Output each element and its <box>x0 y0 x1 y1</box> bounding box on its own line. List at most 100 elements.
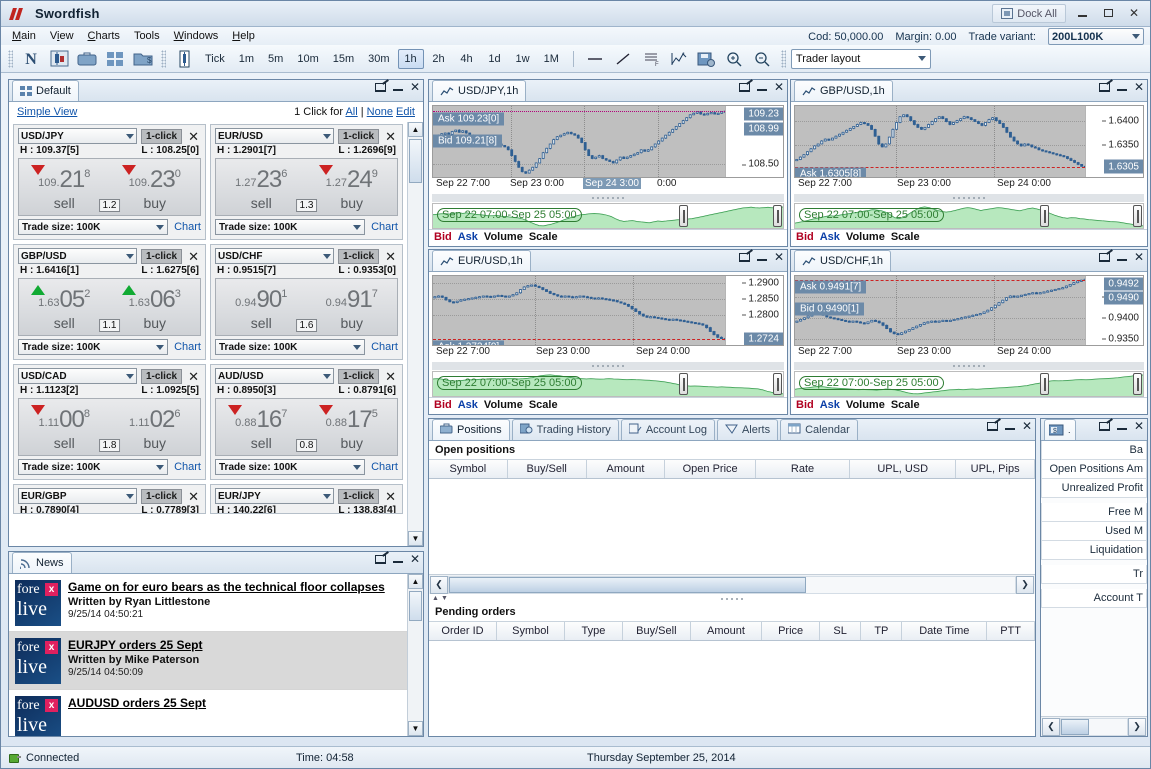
navigator-handle-right[interactable] <box>1133 373 1142 395</box>
chart-link[interactable]: Chart <box>174 461 201 473</box>
window-close-button[interactable]: ✕ <box>1122 3 1146 23</box>
close-icon[interactable]: ✕ <box>1134 251 1144 263</box>
scroll-track[interactable] <box>448 575 1016 594</box>
navigator-handle-left[interactable] <box>1040 205 1049 227</box>
trade-size-select[interactable]: Trade size: 100K <box>18 459 169 475</box>
window-minimize-button[interactable] <box>1070 3 1094 23</box>
rate-tile[interactable]: AUD/USD 1-click ✕ H : 0.8950[3] L : 0.87… <box>210 364 403 480</box>
timeframe-2h[interactable]: 2h <box>426 49 452 69</box>
pair-select[interactable]: USD/CHF <box>215 248 334 264</box>
close-tile-button[interactable]: ✕ <box>383 250 398 263</box>
new-icon[interactable]: N <box>18 47 44 71</box>
buy-button[interactable]: 109. 23 0 buy <box>109 158 201 216</box>
pair-select[interactable]: GBP/USD <box>18 248 137 264</box>
close-icon[interactable]: ✕ <box>410 81 420 93</box>
open-positions-body[interactable] <box>429 479 1035 574</box>
rate-tile[interactable]: EUR/JPY 1-click ✕ H : 140.22[6] L : 138.… <box>210 484 403 514</box>
scroll-thumb[interactable] <box>449 576 806 593</box>
tab-chart-eurusd[interactable]: EUR/USD,1h <box>432 250 531 271</box>
column-header[interactable]: TP <box>861 622 903 640</box>
sell-button[interactable]: 1.63 05 2 sell <box>18 278 110 336</box>
navigator-handle-right[interactable] <box>1133 205 1142 227</box>
save-settings-icon[interactable] <box>694 47 720 71</box>
oneclick-all-link[interactable]: All <box>345 106 357 118</box>
account-hscroll[interactable]: ❮ ❯ <box>1041 716 1147 736</box>
chart-link[interactable]: Chart <box>371 461 398 473</box>
timeframe-10m[interactable]: 10m <box>291 49 324 69</box>
buy-button[interactable]: 1.11 02 6 buy <box>109 398 201 456</box>
column-header[interactable]: Price <box>762 622 821 640</box>
scroll-right-button[interactable]: ❯ <box>1128 717 1146 736</box>
fibonacci-icon[interactable]: F <box>638 47 664 71</box>
menu-item-view[interactable]: View <box>43 29 81 43</box>
close-tile-button[interactable]: ✕ <box>186 370 201 383</box>
minimize-icon[interactable] <box>1116 83 1127 91</box>
minimize-icon[interactable] <box>756 83 767 91</box>
column-header[interactable]: Date Time <box>902 622 988 640</box>
chart-navigator[interactable]: Sep 22 07:00-Sep 25 05:00 <box>432 371 784 397</box>
legend-volume[interactable]: Volume <box>846 399 885 411</box>
close-icon[interactable]: ✕ <box>1134 420 1144 432</box>
buy-button[interactable]: 0.94 91 7 buy <box>306 278 398 336</box>
timeframe-1w[interactable]: 1w <box>510 49 536 69</box>
close-tile-button[interactable]: ✕ <box>186 130 201 143</box>
news-title[interactable]: AUDUSD orders 25 Sept <box>68 696 401 710</box>
column-header[interactable]: UPL, Pips <box>956 460 1036 478</box>
navigator-handle-right[interactable] <box>773 373 782 395</box>
navigator-handle-right[interactable] <box>773 205 782 227</box>
candle-icon[interactable] <box>46 47 72 71</box>
timeframe-tick[interactable]: Tick <box>199 49 231 69</box>
legend-ask[interactable]: Ask <box>820 399 840 411</box>
tab-news[interactable]: News <box>12 552 72 573</box>
sell-button[interactable]: 0.94 90 1 sell <box>215 278 307 336</box>
sell-button[interactable]: 1.11 00 8 sell <box>18 398 110 456</box>
rate-tile[interactable]: USD/CHF 1-click ✕ H : 0.9515[7] L : 0.93… <box>210 244 403 360</box>
chart-plot-area[interactable]: Ask 1.2724[9] Bid 1.2723[6] 1.29001.2850… <box>432 275 784 346</box>
timeframe-1m[interactable]: 1m <box>233 49 260 69</box>
tab-account-log[interactable]: Account Log <box>620 419 715 440</box>
rate-tile[interactable]: GBP/USD 1-click ✕ H : 1.6416[1] L : 1.62… <box>13 244 206 360</box>
column-header[interactable]: Open Price <box>665 460 756 478</box>
close-icon[interactable]: ✕ <box>410 553 420 565</box>
rates-scrollbar[interactable]: ▲ ▼ <box>407 122 423 546</box>
undock-icon[interactable] <box>374 82 386 92</box>
money-folder-icon[interactable]: $ <box>130 47 156 71</box>
tab-chart-gbpusd[interactable]: GBP/USD,1h <box>794 80 893 101</box>
chart-link[interactable]: Chart <box>371 341 398 353</box>
tab-alerts[interactable]: Alerts <box>716 419 779 440</box>
menu-item-main[interactable]: Main <box>5 29 43 43</box>
minimize-icon[interactable] <box>756 253 767 261</box>
scroll-left-button[interactable]: ❮ <box>1042 717 1060 736</box>
trade-size-select[interactable]: Trade size: 100K <box>215 219 366 235</box>
pair-select[interactable]: AUD/USD <box>215 368 334 384</box>
zoom-in-icon[interactable] <box>722 47 748 71</box>
chart-link[interactable]: Chart <box>174 341 201 353</box>
close-icon[interactable]: ✕ <box>774 81 784 93</box>
legend-scale[interactable]: Scale <box>891 399 920 411</box>
toolbar-grip-3[interactable] <box>780 49 786 68</box>
sell-button[interactable]: 109. 21 8 sell <box>18 158 110 216</box>
chart-navigator[interactable]: Sep 22 07:00-Sep 25 05:00 <box>794 203 1144 229</box>
legend-ask[interactable]: Ask <box>458 231 478 243</box>
legend-bid[interactable]: Bid <box>434 231 452 243</box>
close-icon[interactable]: ✕ <box>774 251 784 263</box>
chart-plot-area[interactable]: Ask 0.9491[7] Bid 0.9490[1] 0.94500.9400… <box>794 275 1144 346</box>
column-header[interactable]: PTT <box>987 622 1036 640</box>
close-tile-button[interactable]: ✕ <box>186 490 201 503</box>
chart-splitter[interactable] <box>794 194 1144 202</box>
chart-splitter[interactable] <box>432 194 784 202</box>
minimize-icon[interactable] <box>1116 253 1127 261</box>
trend-line-icon[interactable] <box>610 47 636 71</box>
sell-button[interactable]: 1.27 23 6 sell <box>215 158 307 216</box>
close-icon[interactable]: ✕ <box>1134 81 1144 93</box>
undock-icon[interactable] <box>986 421 998 431</box>
undock-icon[interactable] <box>738 82 750 92</box>
legend-ask[interactable]: Ask <box>458 399 478 411</box>
sort-desc-icon[interactable]: ▼ <box>441 595 448 602</box>
timeframe-1M[interactable]: 1M <box>538 49 565 69</box>
minimize-icon[interactable] <box>392 83 403 91</box>
pair-select[interactable]: USD/CAD <box>18 368 137 384</box>
scroll-right-button[interactable]: ❯ <box>1016 575 1034 594</box>
legend-scale[interactable]: Scale <box>529 231 558 243</box>
column-header[interactable]: SL <box>820 622 862 640</box>
